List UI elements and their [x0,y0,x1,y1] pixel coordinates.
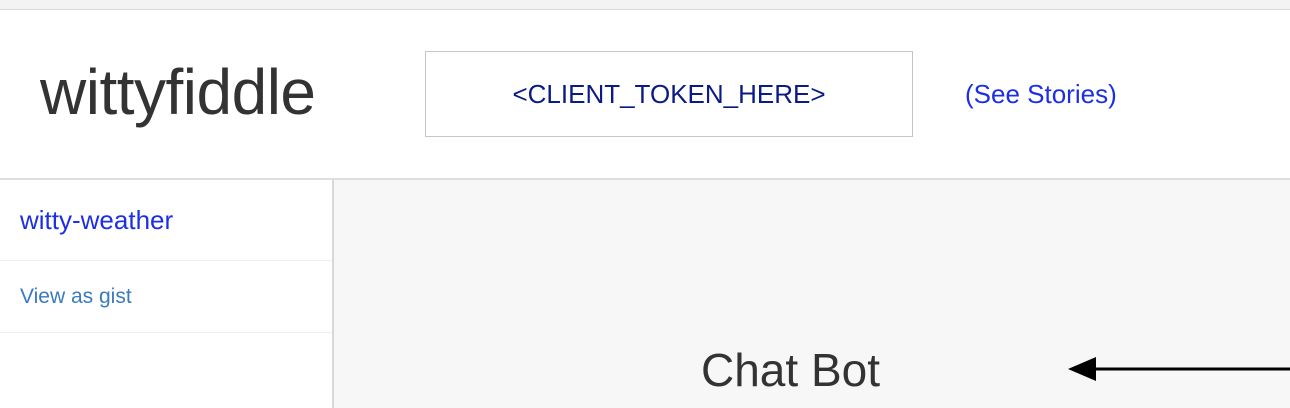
project-name-link[interactable]: witty-weather [20,204,173,236]
view-as-gist-link[interactable]: View as gist [20,283,132,311]
client-token-field[interactable]: <CLIENT_TOKEN_HERE> [425,51,913,137]
main-content: Chat Bot [334,180,1290,408]
app-logo-text: wittyfiddle [40,56,316,128]
sidebar-title-row: witty-weather [0,180,332,261]
sidebar: witty-weather View as gist [0,180,334,408]
browser-top-strip [0,0,1290,10]
page-header: wittyfiddle <CLIENT_TOKEN_HERE> (See Sto… [0,10,1290,180]
see-stories-link[interactable]: (See Stories) [965,78,1117,110]
left-arrow-icon [1068,357,1290,381]
sidebar-item-view-as-gist: View as gist [0,261,332,333]
main-title: Chat Bot [701,344,880,396]
